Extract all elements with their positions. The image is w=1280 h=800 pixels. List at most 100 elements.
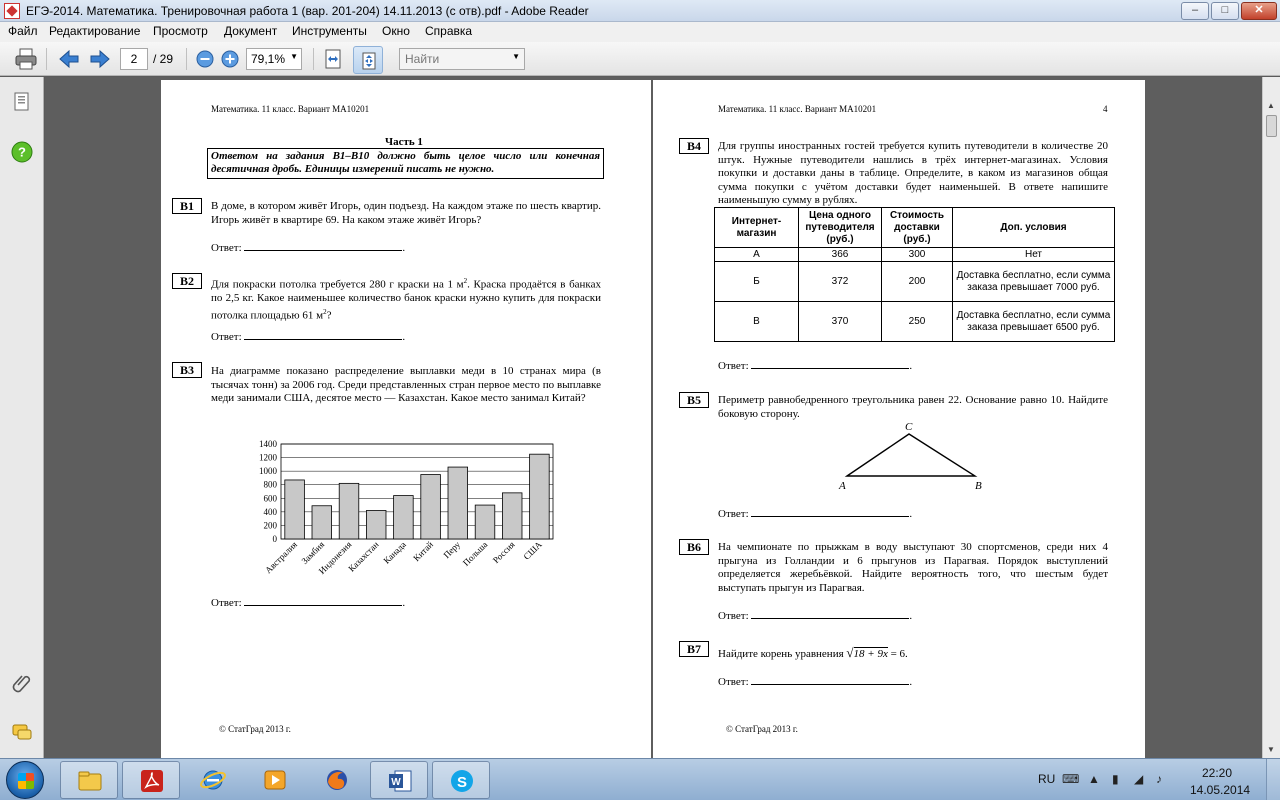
- network-icon[interactable]: ◢: [1134, 772, 1143, 786]
- menu-edit[interactable]: Редактирование: [49, 24, 140, 38]
- y-tick-label: 1400: [259, 439, 278, 449]
- bar: [338, 482, 360, 540]
- adobe-reader-icon: [4, 3, 20, 19]
- zoom-select[interactable]: 79,1% ▼: [246, 48, 302, 70]
- x-tick-label: США: [521, 539, 544, 562]
- menu-file[interactable]: Файл: [8, 24, 38, 38]
- vertex-label-c: C: [905, 421, 913, 433]
- task-text-b6: На чемпионате по прыжкам в воду выступаю…: [718, 541, 1108, 594]
- scrollbar-thumb[interactable]: [1266, 115, 1277, 137]
- menu-help[interactable]: Справка: [425, 24, 472, 38]
- page-number-input[interactable]: [120, 48, 148, 70]
- answer-label: Ответ:: [718, 676, 749, 688]
- answer-field-b5: Ответ: .: [718, 508, 913, 520]
- show-hidden-icons-icon[interactable]: ▲: [1088, 772, 1100, 786]
- window-title: ЕГЭ-2014. Математика. Тренировочная рабо…: [26, 4, 589, 18]
- show-desktop-button[interactable]: [1266, 759, 1280, 800]
- taskbar-internet-explorer[interactable]: [184, 761, 242, 799]
- table-cell: Доставка бесплатно, если сумма заказа пр…: [952, 301, 1115, 342]
- zoom-in-icon[interactable]: [218, 47, 242, 71]
- table-cell: 200: [881, 261, 953, 302]
- copper-production-chart: 0 200 400 600 800 1000 1200 1400 Австралия Замбия…: [259, 439, 554, 576]
- table-cell: 300: [881, 247, 953, 262]
- answer-label: Ответ:: [211, 331, 242, 343]
- answer-field-b1: Ответ: .: [211, 242, 406, 254]
- chevron-down-icon: ▼: [290, 52, 298, 61]
- find-input[interactable]: Найти ▼: [399, 48, 525, 70]
- next-page-icon[interactable]: [88, 47, 112, 71]
- zoom-out-icon[interactable]: [193, 47, 217, 71]
- help-icon[interactable]: ?: [10, 140, 34, 164]
- table-header: Доп. условия: [952, 207, 1115, 248]
- keyboard-icon[interactable]: ⌨: [1062, 772, 1079, 786]
- bar: [393, 495, 414, 540]
- table-cell: Б: [714, 261, 799, 302]
- task-text-b5: Периметр равнобедренного треугольника ра…: [718, 394, 1108, 420]
- menu-document[interactable]: Документ: [224, 24, 277, 38]
- word-icon: W: [389, 770, 412, 792]
- document-area[interactable]: Математика. 11 класс. Вариант МА10201 Ча…: [45, 77, 1262, 758]
- print-icon[interactable]: [14, 47, 38, 71]
- menu-bar: Файл Редактирование Просмотр Документ Ин…: [0, 22, 1280, 42]
- fit-page-button[interactable]: [353, 46, 383, 74]
- taskbar-adobe-reader[interactable]: [122, 761, 180, 799]
- y-tick-label: 0: [273, 534, 278, 544]
- bar: [366, 510, 387, 540]
- toolbar: / 29 79,1% ▼ Найти ▼: [0, 42, 1280, 76]
- task-label-b3: B3: [172, 362, 202, 378]
- task-label-b6: B6: [679, 539, 709, 555]
- taskbar-skype[interactable]: S: [432, 761, 490, 799]
- comments-icon[interactable]: [10, 721, 34, 745]
- task-label-b4: B4: [679, 138, 709, 154]
- taskbar-word[interactable]: W: [370, 761, 428, 799]
- task-text-b2: Для покраски потолка требуется 280 г кра…: [211, 275, 601, 323]
- taskbar-firefox[interactable]: [308, 761, 366, 799]
- scroll-up-icon[interactable]: ▲: [1267, 101, 1275, 110]
- page-header: Математика. 11 класс. Вариант МА10201: [211, 104, 370, 114]
- answer-label: Ответ:: [718, 360, 749, 372]
- answer-field-b2: Ответ: .: [211, 331, 406, 343]
- media-player-icon: [264, 770, 286, 790]
- task-label-b1: B1: [172, 198, 202, 214]
- x-tick-label: Замбия: [300, 539, 327, 566]
- taskbar-explorer[interactable]: [60, 761, 118, 799]
- volume-icon[interactable]: ♪: [1156, 772, 1162, 786]
- task-text-b7: Найдите корень уравнения √18 + 9x = 6.: [718, 646, 1108, 662]
- chevron-down-icon: ▼: [512, 52, 520, 61]
- previous-page-icon[interactable]: [57, 47, 81, 71]
- minimize-button[interactable]: –: [1181, 2, 1209, 20]
- fit-page-icon: [362, 52, 376, 70]
- clock-time[interactable]: 22:20: [1202, 766, 1232, 780]
- table-cell: 370: [798, 301, 882, 342]
- attachments-icon[interactable]: [10, 671, 34, 695]
- table-cell: Нет: [952, 247, 1115, 262]
- start-button[interactable]: [6, 761, 44, 799]
- answer-line: [751, 359, 910, 369]
- x-tick-label: Китай: [411, 539, 435, 563]
- pdf-page-right: Математика. 11 класс. Вариант МА10201 4 …: [653, 80, 1145, 758]
- toolbar-separator: [186, 48, 187, 70]
- language-indicator[interactable]: RU: [1038, 772, 1055, 786]
- bar: [502, 492, 523, 540]
- fit-width-icon[interactable]: [321, 47, 345, 71]
- task-text-b1: В доме, в котором живёт Игорь, один подъ…: [211, 200, 601, 226]
- bar: [311, 505, 332, 540]
- task-text-b3: На диаграмме показано распределение выпл…: [211, 365, 601, 404]
- answer-line: [751, 675, 910, 685]
- menu-view[interactable]: Просмотр: [153, 24, 208, 38]
- vertical-scrollbar[interactable]: ▲ ▼: [1262, 77, 1280, 758]
- taskbar-media-player[interactable]: [246, 761, 304, 799]
- clock-date[interactable]: 14.05.2014: [1190, 783, 1250, 797]
- maximize-button[interactable]: □: [1211, 2, 1239, 20]
- table-cell: 372: [798, 261, 882, 302]
- scroll-down-icon[interactable]: ▼: [1267, 745, 1275, 754]
- close-button[interactable]: ✕: [1241, 2, 1277, 20]
- page-thumbnails-icon[interactable]: [10, 90, 34, 114]
- battery-icon[interactable]: ▮: [1112, 772, 1119, 786]
- menu-tools[interactable]: Инструменты: [292, 24, 367, 38]
- menu-window[interactable]: Окно: [382, 24, 410, 38]
- part-title: Часть 1: [385, 136, 423, 148]
- table-header: Цена одного путеводителя (руб.): [798, 207, 882, 248]
- task-label-b7: B7: [679, 641, 709, 657]
- x-tick-label: Австралия: [263, 539, 299, 575]
